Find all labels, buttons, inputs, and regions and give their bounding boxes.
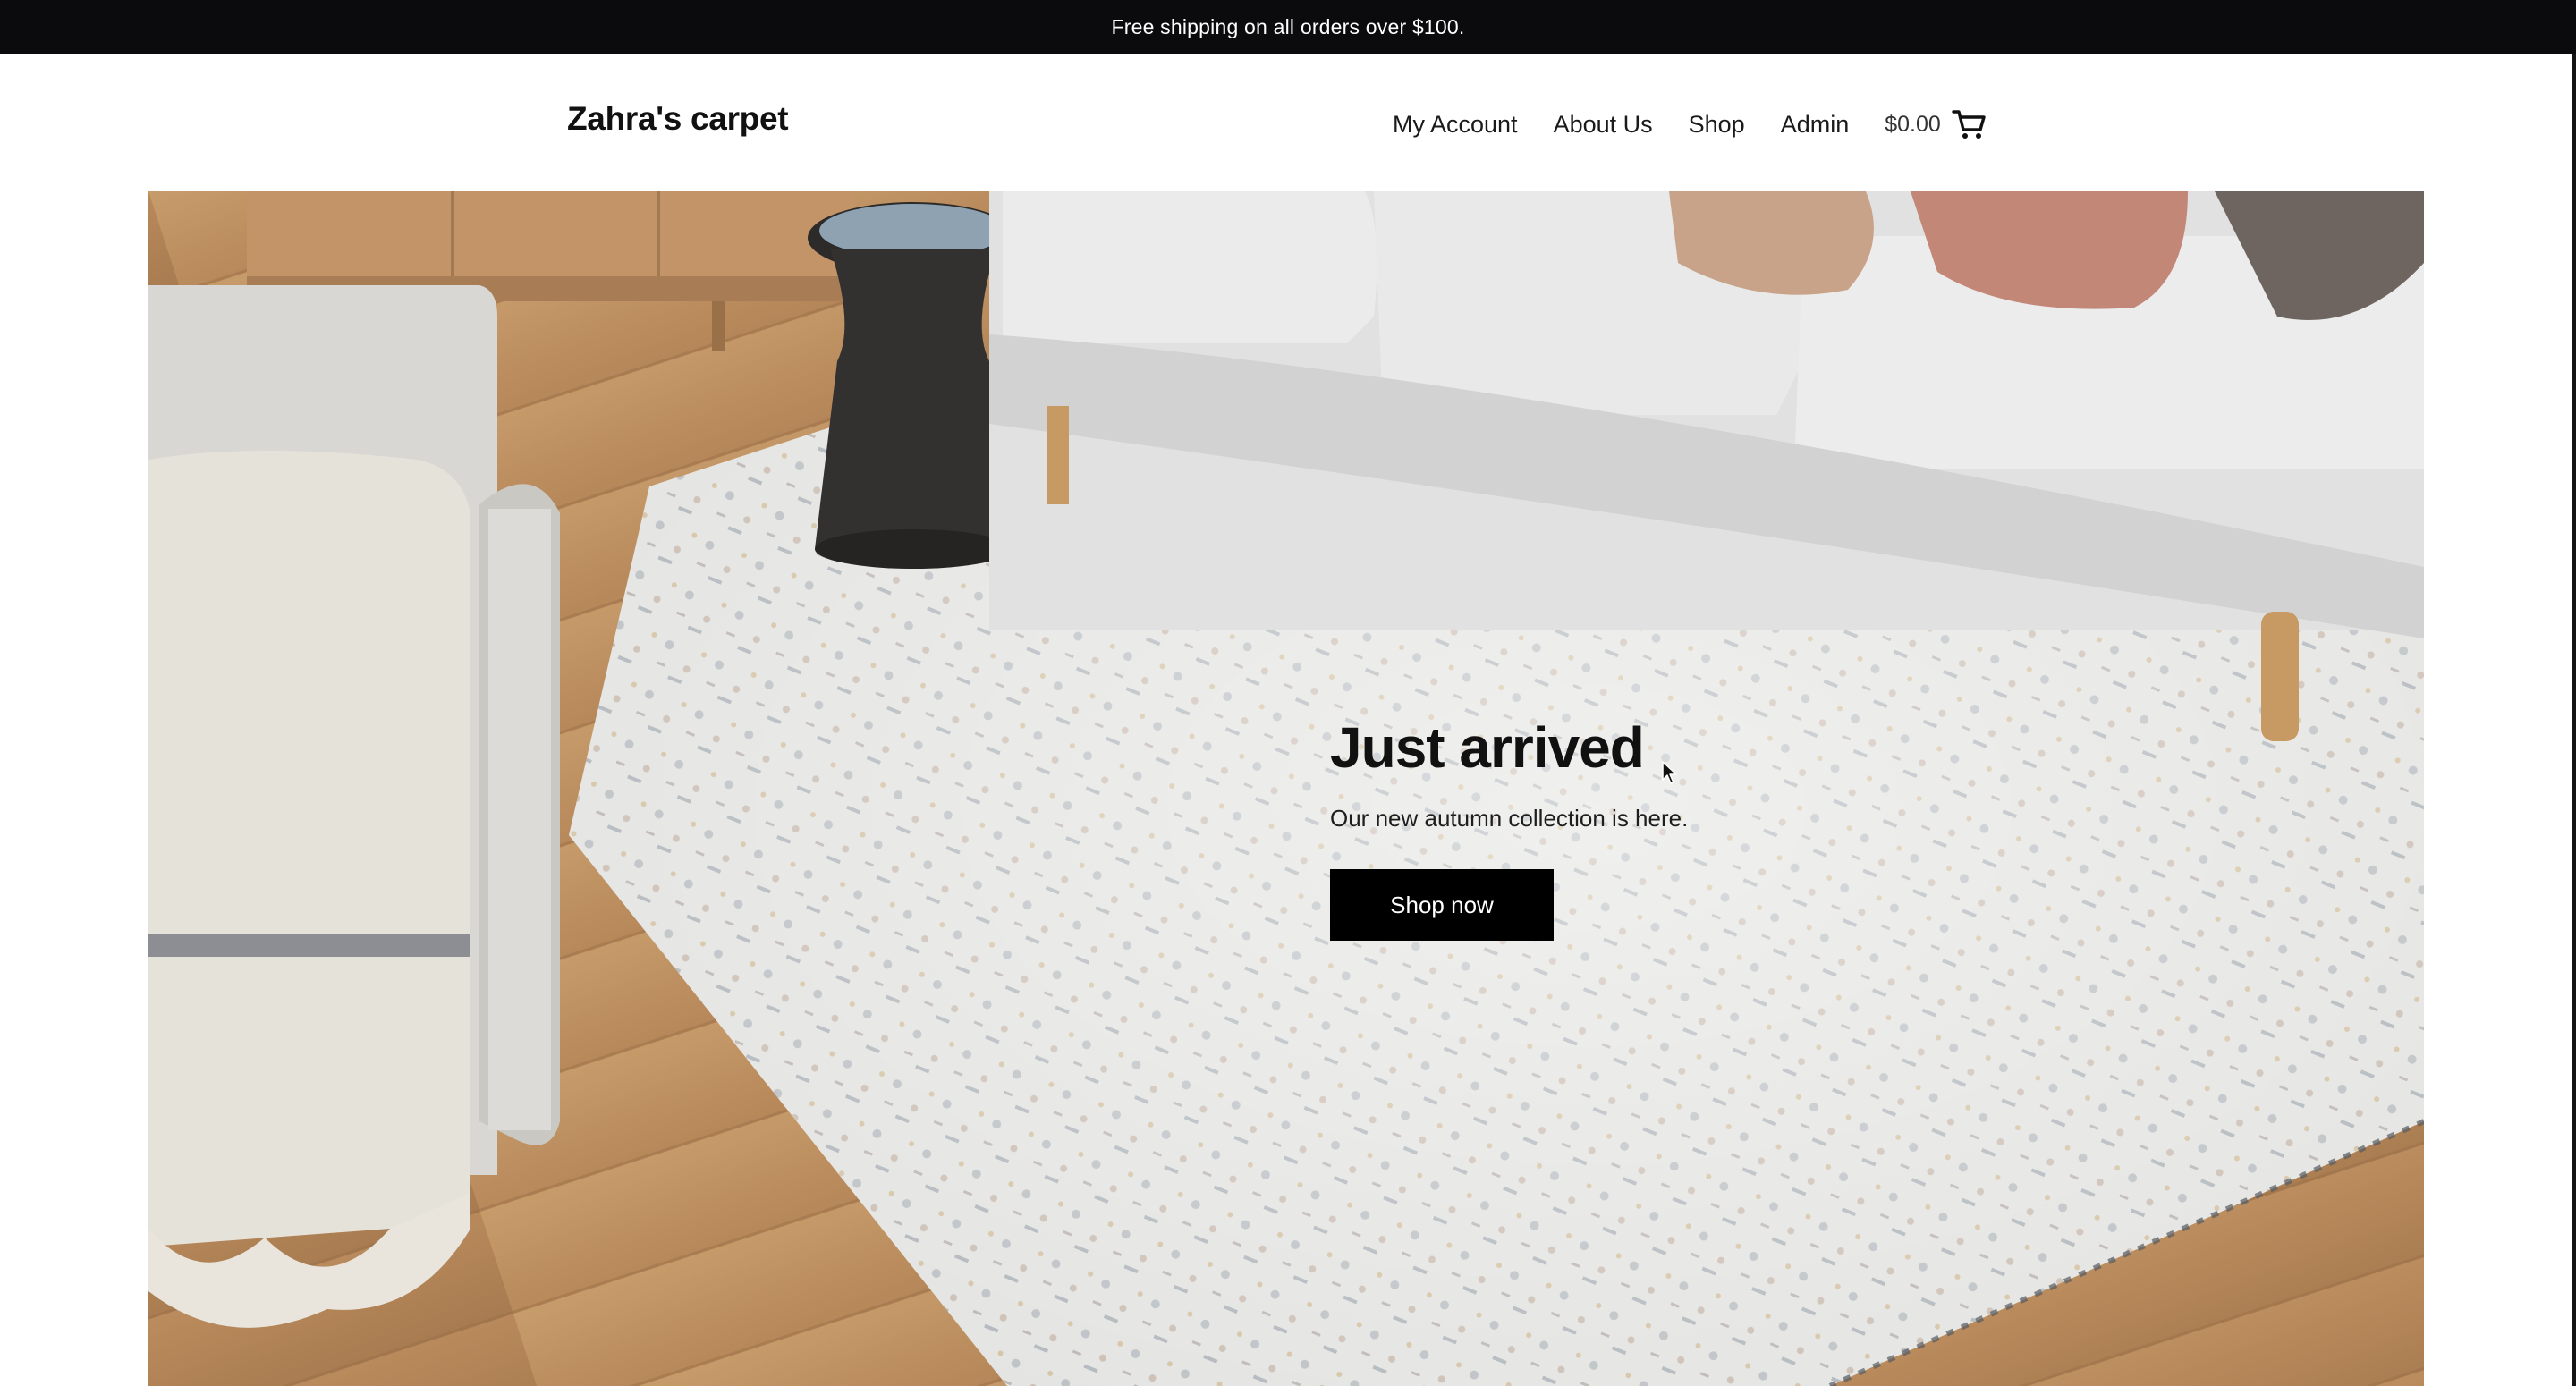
cart-total: $0.00 <box>1885 111 1941 137</box>
announcement-text: Free shipping on all orders over $100. <box>1111 14 1465 38</box>
nav-my-account[interactable]: My Account <box>1393 111 1518 139</box>
hero-banner: Just arrived Our new autumn collection i… <box>148 191 2424 1386</box>
nav-shop[interactable]: Shop <box>1689 111 1745 139</box>
announcement-bar: Free shipping on all orders over $100. <box>0 0 2576 54</box>
main-nav: My Account About Us Shop Admin $0.00 <box>1393 107 1987 141</box>
mouse-pointer-icon <box>1662 761 1677 784</box>
cart-button[interactable]: $0.00 <box>1885 108 1987 140</box>
hero-subtitle: Our new autumn collection is here. <box>1330 805 1689 832</box>
window-edge <box>2572 54 2576 1386</box>
site-logo[interactable]: Zahra's carpet <box>567 100 789 138</box>
shop-now-button[interactable]: Shop now <box>1330 869 1554 941</box>
cart-icon <box>1952 110 1986 139</box>
site-header: Zahra's carpet My Account About Us Shop … <box>0 54 2576 191</box>
nav-admin[interactable]: Admin <box>1781 111 1850 139</box>
hero-content: Just arrived Our new autumn collection i… <box>1330 715 1956 941</box>
hero-title: Just arrived <box>1330 715 1645 780</box>
nav-about-us[interactable]: About Us <box>1554 111 1653 139</box>
hero-image <box>148 191 2424 1386</box>
